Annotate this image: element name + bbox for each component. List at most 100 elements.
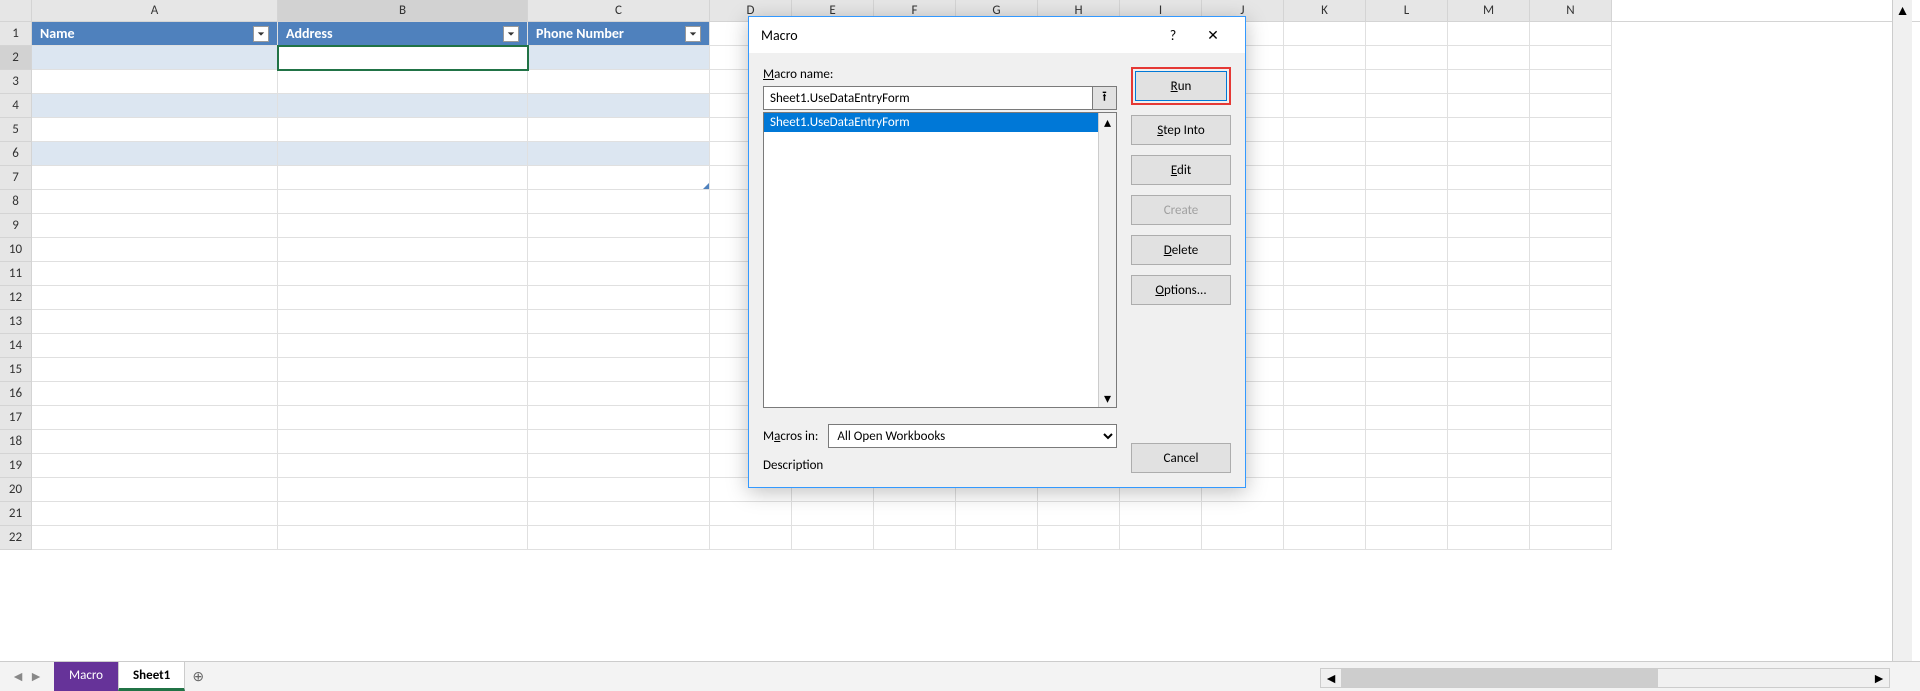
help-button[interactable]: ? [1153, 17, 1193, 53]
cell[interactable] [1284, 190, 1366, 214]
cell[interactable] [1284, 358, 1366, 382]
cell[interactable] [528, 190, 710, 214]
cell[interactable] [32, 502, 278, 526]
row-header-14[interactable]: 14 [0, 334, 32, 358]
cell[interactable] [32, 166, 278, 190]
cell[interactable] [1530, 334, 1612, 358]
vertical-scrollbar[interactable]: ▲ [1892, 0, 1912, 661]
cell[interactable] [528, 70, 710, 94]
cell[interactable] [1284, 382, 1366, 406]
cell[interactable] [278, 142, 528, 166]
cell[interactable] [1530, 478, 1612, 502]
scroll-up-icon[interactable]: ▴ [1099, 113, 1116, 131]
row-header-11[interactable]: 11 [0, 262, 32, 286]
row-header-9[interactable]: 9 [0, 214, 32, 238]
cell[interactable] [1284, 526, 1366, 550]
cell[interactable] [1530, 46, 1612, 70]
cell[interactable] [32, 142, 278, 166]
sheet-tab-macro[interactable]: Macro [54, 662, 118, 691]
cell[interactable] [278, 382, 528, 406]
cell[interactable] [1202, 526, 1284, 550]
cell[interactable] [1284, 22, 1366, 46]
cell[interactable] [278, 310, 528, 334]
col-header-M[interactable]: M [1448, 0, 1530, 21]
cell[interactable] [32, 454, 278, 478]
cell[interactable] [1448, 382, 1530, 406]
cell[interactable] [278, 238, 528, 262]
cell[interactable] [792, 502, 874, 526]
cell-B2-active[interactable] [278, 46, 528, 70]
cell[interactable] [278, 406, 528, 430]
cell[interactable] [1284, 238, 1366, 262]
cell[interactable] [1448, 22, 1530, 46]
cell[interactable] [1366, 334, 1448, 358]
row-header-6[interactable]: 6 [0, 142, 32, 166]
cell[interactable] [1366, 286, 1448, 310]
sheet-tab-sheet1[interactable]: Sheet1 [118, 662, 185, 691]
cell[interactable] [32, 70, 278, 94]
nav-prev-icon[interactable]: ◄ [10, 669, 26, 685]
cell[interactable] [278, 502, 528, 526]
row-header-22[interactable]: 22 [0, 526, 32, 550]
row-header-16[interactable]: 16 [0, 382, 32, 406]
cell[interactable] [1448, 430, 1530, 454]
cell[interactable] [278, 478, 528, 502]
row-header-15[interactable]: 15 [0, 358, 32, 382]
cell[interactable] [1284, 454, 1366, 478]
cell[interactable] [1530, 214, 1612, 238]
cell[interactable] [278, 118, 528, 142]
cell[interactable] [874, 526, 956, 550]
cell[interactable] [278, 454, 528, 478]
row-header-12[interactable]: 12 [0, 286, 32, 310]
cell[interactable] [32, 526, 278, 550]
cell[interactable] [32, 238, 278, 262]
cell[interactable] [1530, 118, 1612, 142]
cell[interactable] [278, 430, 528, 454]
cell[interactable] [1366, 526, 1448, 550]
cell[interactable] [1530, 166, 1612, 190]
cell[interactable] [528, 478, 710, 502]
scroll-left-icon[interactable]: ◄ [1321, 669, 1341, 687]
cell[interactable] [528, 526, 710, 550]
cell[interactable] [792, 526, 874, 550]
cell[interactable] [1448, 478, 1530, 502]
cell[interactable] [528, 358, 710, 382]
cell[interactable] [1530, 190, 1612, 214]
cell[interactable] [1448, 238, 1530, 262]
cell[interactable] [528, 142, 710, 166]
cell[interactable] [32, 262, 278, 286]
cell[interactable] [1448, 94, 1530, 118]
cell[interactable] [1284, 502, 1366, 526]
cell[interactable] [710, 526, 792, 550]
row-header-5[interactable]: 5 [0, 118, 32, 142]
cell[interactable] [1120, 502, 1202, 526]
macro-listbox[interactable]: Sheet1.UseDataEntryForm ▴ ▾ [763, 112, 1117, 408]
col-header-C[interactable]: C [528, 0, 710, 21]
scroll-right-icon[interactable]: ► [1869, 669, 1889, 687]
cell-A2[interactable] [32, 46, 278, 70]
cell[interactable] [1284, 406, 1366, 430]
cell[interactable] [32, 406, 278, 430]
row-header-4[interactable]: 4 [0, 94, 32, 118]
cell[interactable] [1366, 70, 1448, 94]
cell[interactable] [278, 286, 528, 310]
cell[interactable] [1530, 406, 1612, 430]
run-button[interactable]: Run [1135, 71, 1227, 101]
cell[interactable] [1530, 142, 1612, 166]
cell[interactable] [278, 94, 528, 118]
cell[interactable] [1448, 118, 1530, 142]
cell[interactable] [1448, 526, 1530, 550]
row-header-17[interactable]: 17 [0, 406, 32, 430]
cell[interactable] [528, 406, 710, 430]
cell[interactable] [1448, 46, 1530, 70]
options-button[interactable]: Options... [1131, 275, 1231, 305]
cell[interactable] [528, 454, 710, 478]
col-header-L[interactable]: L [1366, 0, 1448, 21]
cell[interactable] [1366, 118, 1448, 142]
cell[interactable] [278, 190, 528, 214]
cell[interactable] [528, 238, 710, 262]
cell[interactable] [1366, 142, 1448, 166]
cell[interactable] [1448, 454, 1530, 478]
cell[interactable] [1366, 454, 1448, 478]
cell[interactable] [1366, 310, 1448, 334]
